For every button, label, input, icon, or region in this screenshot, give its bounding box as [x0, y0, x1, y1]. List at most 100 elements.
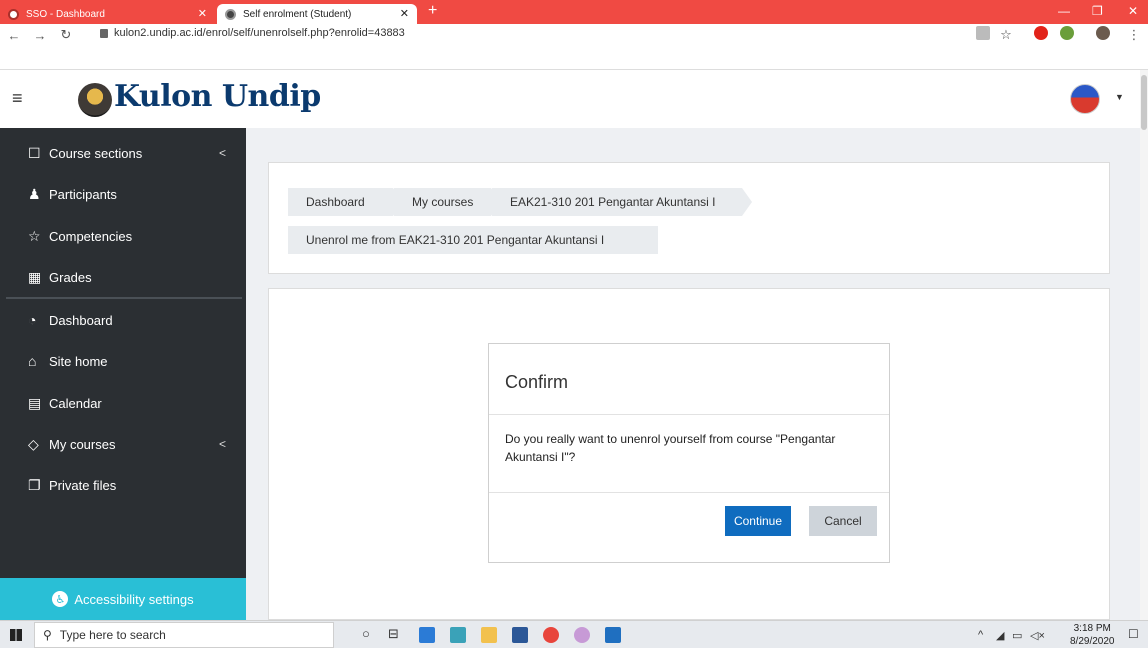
- undip-logo-icon: [78, 83, 112, 117]
- new-tab-button[interactable]: +: [428, 2, 437, 20]
- calculator-app-icon[interactable]: [419, 627, 435, 643]
- dialog-divider: [489, 492, 889, 493]
- accessibility-icon: ♿: [52, 591, 69, 607]
- dialog-divider: [489, 414, 889, 415]
- snipping-tool-icon[interactable]: [574, 627, 590, 643]
- sidebar-item-site-home[interactable]: ⌂ Site home: [28, 350, 238, 372]
- reload-icon[interactable]: ↻: [56, 24, 76, 46]
- dialog-title: Confirm: [505, 372, 569, 392]
- continue-button[interactable]: Continue: [725, 506, 791, 536]
- sidebar-item-calendar[interactable]: ▤ Calendar: [28, 392, 238, 414]
- site-favicon-icon: [225, 8, 236, 20]
- breadcrumb-current-page: Unenrol me from EAK21-310 201 Pengantar …: [288, 226, 658, 254]
- bookmark-star-icon[interactable]: ☆: [996, 24, 1016, 46]
- site-header: ≡ Kulon Undip ▼: [0, 70, 1140, 128]
- profile-icon[interactable]: [1096, 26, 1110, 40]
- user-avatar[interactable]: [1070, 84, 1100, 114]
- scrollbar-thumb[interactable]: [1141, 75, 1147, 130]
- accessibility-settings-button[interactable]: ♿ Accessibility settings: [0, 578, 246, 620]
- sidebar-item-label: Dashboard: [49, 312, 113, 328]
- minimize-button[interactable]: —: [1058, 4, 1070, 18]
- sidebar-item-grades[interactable]: ▦ Grades: [28, 266, 238, 288]
- files-icon: ❐: [28, 476, 41, 493]
- file-explorer-icon[interactable]: [481, 627, 497, 643]
- star-icon: ☆: [28, 227, 41, 244]
- taskbar-search-input[interactable]: ⚲ Type here to search: [34, 622, 334, 648]
- windows-start-icon[interactable]: [10, 629, 22, 641]
- close-tab-icon[interactable]: ✕: [198, 7, 207, 20]
- graduation-cap-icon: ◇: [28, 435, 39, 452]
- lock-icon: [100, 28, 108, 38]
- battery-icon[interactable]: ▭: [1012, 629, 1022, 642]
- close-tab-icon[interactable]: ✕: [400, 7, 409, 20]
- chrome-icon[interactable]: [543, 627, 559, 643]
- address-bar-row: ← → ↻ kulon2.undip.ac.id/enrol/self/unen…: [0, 24, 1148, 70]
- windows-taskbar: ⚲ Type here to search ○ ⊟ ^ ◢ ▭ ◁× 3:18 …: [0, 620, 1148, 648]
- page-scrollbar[interactable]: [1140, 70, 1148, 620]
- wifi-icon[interactable]: ◢: [996, 629, 1004, 642]
- sidebar-item-label: Grades: [49, 269, 92, 285]
- tab-self-enrolment[interactable]: Self enrolment (Student) ✕: [217, 4, 417, 24]
- nav-drawer: ☐ Course sections < ♟ Participants ☆ Com…: [0, 128, 246, 620]
- dialog-message: Do you really want to unenrol yourself f…: [505, 432, 836, 464]
- calendar-icon: ▤: [28, 394, 42, 411]
- chevron-up-icon[interactable]: ^: [978, 629, 983, 641]
- user-menu-caret-icon[interactable]: ▼: [1115, 92, 1124, 102]
- sidebar-item-label: Site home: [49, 353, 108, 369]
- notification-icon[interactable]: ☐: [1128, 627, 1139, 641]
- opera-extension-icon[interactable]: [1034, 26, 1048, 40]
- site-favicon-icon: [8, 8, 19, 20]
- search-icon: ⚲: [43, 628, 52, 642]
- volume-muted-icon[interactable]: ◁×: [1030, 629, 1045, 642]
- hamburger-menu-icon[interactable]: ≡: [12, 88, 23, 109]
- maximize-button[interactable]: ❐: [1092, 4, 1103, 18]
- folder-icon: ☐: [28, 144, 41, 161]
- accessibility-label: Accessibility settings: [74, 591, 194, 607]
- forward-arrow-icon[interactable]: →: [30, 24, 50, 46]
- cancel-button[interactable]: Cancel: [809, 506, 877, 536]
- app-icon[interactable]: [450, 627, 466, 643]
- browser-tab-bar: SSO - Dashboard ✕ Self enrolment (Studen…: [0, 0, 1148, 24]
- sidebar-item-my-courses[interactable]: ◇ My courses <: [28, 433, 238, 455]
- site-brand[interactable]: Kulon Undip: [114, 79, 321, 114]
- taskbar-clock[interactable]: 3:18 PM 8/29/2020: [1070, 622, 1115, 648]
- cortana-icon[interactable]: ○: [362, 626, 370, 641]
- sidebar-item-dashboard[interactable]: ◔ Dashboard: [28, 309, 238, 331]
- users-icon: ♟: [28, 185, 41, 202]
- back-arrow-icon[interactable]: ←: [4, 24, 24, 46]
- sidebar-item-label: Calendar: [49, 395, 102, 411]
- sidebar-item-label: Participants: [49, 186, 117, 202]
- menu-kebab-icon[interactable]: ⋮: [1124, 24, 1144, 46]
- breadcrumb-course[interactable]: EAK21-310 201 Pengantar Akuntansi I: [492, 188, 742, 216]
- chevron-left-icon: <: [218, 146, 226, 160]
- page-header-card: [268, 162, 1110, 274]
- confirm-dialog: Confirm Do you really want to unenrol yo…: [488, 343, 890, 563]
- chevron-left-icon: <: [218, 437, 226, 451]
- breadcrumb-dashboard[interactable]: Dashboard: [288, 188, 393, 216]
- tab-sso-dashboard[interactable]: SSO - Dashboard ✕: [0, 4, 215, 24]
- clock-time: 3:18 PM: [1073, 623, 1111, 634]
- translate-icon[interactable]: [976, 26, 990, 40]
- sidebar-item-label: Competencies: [49, 228, 133, 244]
- sidebar-item-private-files[interactable]: ❐ Private files: [28, 474, 238, 496]
- task-view-icon[interactable]: ⊟: [388, 626, 399, 642]
- sidebar-item-label: My courses: [49, 436, 116, 452]
- breadcrumb-my-courses[interactable]: My courses: [394, 188, 491, 216]
- tab-title: Self enrolment (Student): [243, 8, 352, 20]
- sidebar-item-competencies[interactable]: ☆ Competencies: [28, 225, 238, 247]
- table-icon: ▦: [28, 268, 42, 285]
- sidebar-divider: [6, 297, 242, 299]
- sidebar-item-course-sections[interactable]: ☐ Course sections <: [28, 142, 238, 164]
- extension-icon[interactable]: [1060, 26, 1074, 40]
- outlook-icon[interactable]: [605, 627, 621, 643]
- home-icon: ⌂: [28, 353, 37, 369]
- sidebar-item-participants[interactable]: ♟ Participants: [28, 183, 238, 205]
- word-icon[interactable]: [512, 627, 528, 643]
- sidebar-item-label: Course sections: [49, 145, 143, 161]
- close-window-button[interactable]: ✕: [1128, 4, 1138, 18]
- sidebar-item-label: Private files: [49, 477, 117, 493]
- gauge-icon: ◔: [28, 312, 37, 328]
- breadcrumb-separator: [742, 188, 752, 216]
- url-field[interactable]: kulon2.undip.ac.id/enrol/self/unenrolsel…: [100, 27, 405, 39]
- search-placeholder: Type here to search: [59, 628, 166, 642]
